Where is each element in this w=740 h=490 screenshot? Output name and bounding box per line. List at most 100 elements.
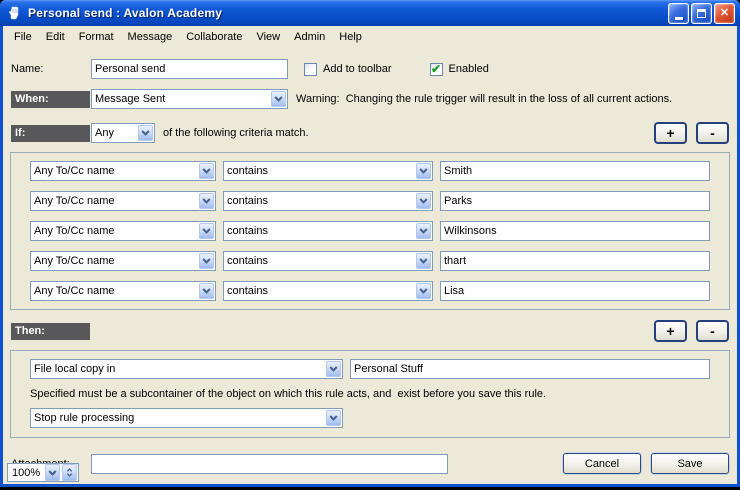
menu-edit[interactable]: Edit bbox=[39, 29, 72, 45]
action-note-text: Specified must be a subcontainer of the … bbox=[30, 388, 710, 400]
chevron-down-icon bbox=[138, 125, 153, 141]
criteria-operator-select[interactable]: contains bbox=[223, 281, 433, 301]
zoom-dropdown-button[interactable] bbox=[45, 464, 60, 481]
when-warning-text: Warning: Changing the rule trigger will … bbox=[296, 93, 672, 105]
criteria-panel: Any To/Cc name contains Any To/Cc name bbox=[10, 152, 730, 310]
criteria-field-select[interactable]: Any To/Cc name bbox=[30, 281, 216, 301]
minimize-icon bbox=[675, 17, 683, 20]
chevron-down-icon bbox=[66, 473, 73, 477]
criteria-field-select[interactable]: Any To/Cc name bbox=[30, 161, 216, 181]
menu-help[interactable]: Help bbox=[332, 29, 369, 45]
criteria-row: Any To/Cc name contains bbox=[30, 281, 710, 301]
if-section-label: If: bbox=[11, 125, 90, 142]
action-row: Stop rule processing bbox=[30, 408, 710, 428]
criteria-field-select[interactable]: Any To/Cc name bbox=[30, 251, 216, 271]
minimize-button[interactable] bbox=[668, 3, 689, 24]
titlebar[interactable]: Personal send : Avalon Academy ✕ bbox=[0, 0, 740, 26]
menubar: File Edit Format Message Collaborate Vie… bbox=[3, 26, 737, 47]
add-to-toolbar-checkbox[interactable] bbox=[304, 63, 317, 76]
criteria-field-value: Any To/Cc name bbox=[31, 255, 198, 267]
criteria-value-input[interactable] bbox=[440, 251, 710, 271]
when-trigger-select[interactable]: Message Sent bbox=[91, 89, 288, 109]
menu-view[interactable]: View bbox=[249, 29, 287, 45]
zoom-value: 100% bbox=[12, 467, 44, 479]
enabled-checkbox[interactable]: ✔ bbox=[430, 63, 443, 76]
action-select[interactable]: File local copy in bbox=[30, 359, 343, 379]
check-icon: ✔ bbox=[431, 63, 441, 75]
close-button[interactable]: ✕ bbox=[714, 3, 735, 24]
chevron-down-icon bbox=[271, 91, 286, 107]
menu-message[interactable]: Message bbox=[121, 29, 180, 45]
chevron-down-icon bbox=[416, 253, 431, 269]
criteria-operator-value: contains bbox=[224, 255, 415, 267]
chevron-down-icon bbox=[199, 283, 214, 299]
add-to-toolbar-label: Add to toolbar bbox=[323, 63, 392, 75]
chevron-down-icon bbox=[326, 410, 341, 426]
if-match-select[interactable]: Any bbox=[91, 123, 155, 143]
when-section-label: When: bbox=[11, 91, 90, 108]
if-suffix-text: of the following criteria match. bbox=[163, 127, 309, 139]
menu-format[interactable]: Format bbox=[72, 29, 121, 45]
when-trigger-value: Message Sent bbox=[92, 93, 270, 105]
criteria-operator-value: contains bbox=[224, 225, 415, 237]
action-row: File local copy in bbox=[30, 359, 710, 379]
chevron-down-icon bbox=[199, 163, 214, 179]
menu-collaborate[interactable]: Collaborate bbox=[179, 29, 249, 45]
criteria-field-value: Any To/Cc name bbox=[31, 165, 198, 177]
action2-select[interactable]: Stop rule processing bbox=[30, 408, 343, 428]
actions-panel: File local copy in Specified must be a s… bbox=[10, 350, 730, 438]
criteria-row: Any To/Cc name contains bbox=[30, 161, 710, 181]
criteria-field-value: Any To/Cc name bbox=[31, 285, 198, 297]
criteria-operator-value: contains bbox=[224, 195, 415, 207]
chevron-down-icon bbox=[416, 163, 431, 179]
maximize-icon bbox=[697, 9, 706, 18]
criteria-field-value: Any To/Cc name bbox=[31, 225, 198, 237]
menu-admin[interactable]: Admin bbox=[287, 29, 332, 45]
name-label: Name: bbox=[11, 63, 91, 75]
criteria-value-input[interactable] bbox=[440, 161, 710, 181]
criteria-value-input[interactable] bbox=[440, 281, 710, 301]
zoom-spinner[interactable] bbox=[62, 464, 77, 481]
zoom-control: 100% bbox=[7, 463, 79, 482]
criteria-operator-select[interactable]: contains bbox=[223, 221, 433, 241]
menu-file[interactable]: File bbox=[7, 29, 39, 45]
chevron-down-icon bbox=[199, 253, 214, 269]
criteria-field-value: Any To/Cc name bbox=[31, 195, 198, 207]
criteria-operator-select[interactable]: contains bbox=[223, 161, 433, 181]
action-value: File local copy in bbox=[31, 363, 325, 375]
chevron-down-icon bbox=[199, 223, 214, 239]
maximize-button[interactable] bbox=[691, 3, 712, 24]
statusbar: 100% bbox=[3, 461, 737, 484]
if-match-value: Any bbox=[92, 127, 137, 139]
action2-value: Stop rule processing bbox=[31, 412, 325, 424]
criteria-operator-select[interactable]: contains bbox=[223, 251, 433, 271]
window-title: Personal send : Avalon Academy bbox=[28, 6, 668, 20]
then-section-label: Then: bbox=[11, 323, 90, 340]
action-target-input[interactable] bbox=[350, 359, 710, 379]
add-criteria-button[interactable]: + bbox=[654, 122, 687, 144]
chevron-down-icon bbox=[326, 361, 341, 377]
chevron-up-icon bbox=[66, 468, 73, 472]
criteria-row: Any To/Cc name contains bbox=[30, 251, 710, 271]
chevron-down-icon bbox=[416, 223, 431, 239]
chevron-down-icon bbox=[199, 193, 214, 209]
name-input[interactable] bbox=[91, 59, 288, 79]
chevron-down-icon bbox=[416, 283, 431, 299]
app-icon bbox=[7, 5, 23, 21]
criteria-value-input[interactable] bbox=[440, 191, 710, 211]
criteria-value-input[interactable] bbox=[440, 221, 710, 241]
criteria-operator-value: contains bbox=[224, 165, 415, 177]
rule-editor-window: Personal send : Avalon Academy ✕ File Ed… bbox=[0, 0, 740, 487]
criteria-field-select[interactable]: Any To/Cc name bbox=[30, 191, 216, 211]
chevron-down-icon bbox=[416, 193, 431, 209]
criteria-field-select[interactable]: Any To/Cc name bbox=[30, 221, 216, 241]
remove-criteria-button[interactable]: - bbox=[696, 122, 729, 144]
enabled-label: Enabled bbox=[449, 63, 489, 75]
criteria-row: Any To/Cc name contains bbox=[30, 191, 710, 211]
criteria-operator-value: contains bbox=[224, 285, 415, 297]
criteria-row: Any To/Cc name contains bbox=[30, 221, 710, 241]
remove-action-button[interactable]: - bbox=[696, 320, 729, 342]
criteria-operator-select[interactable]: contains bbox=[223, 191, 433, 211]
add-action-button[interactable]: + bbox=[654, 320, 687, 342]
close-icon: ✕ bbox=[720, 8, 729, 19]
